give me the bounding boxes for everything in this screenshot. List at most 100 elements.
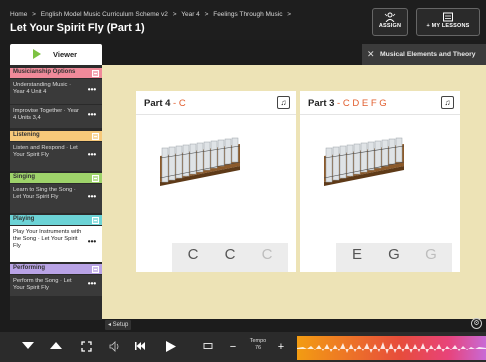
fullscreen-icon — [80, 341, 92, 352]
lessons-icon — [443, 12, 453, 22]
assign-button[interactable]: ASSIGN — [372, 8, 408, 36]
audio-button[interactable] — [104, 332, 124, 362]
note-cell: C — [187, 246, 199, 263]
section-title: Singing — [13, 174, 35, 180]
tab-theory-label: Musical Elements and Theory — [380, 51, 476, 58]
instrument-part-card: Part 4 - C ♫ C C C — [136, 91, 296, 272]
more-options-icon[interactable]: ••• — [86, 192, 98, 204]
song-waveform[interactable] — [297, 336, 486, 360]
tempo-label: Tempo — [249, 338, 267, 344]
note-cell: G — [425, 246, 437, 263]
play-button[interactable] — [160, 332, 182, 362]
sidebar: Musicianship Options Understanding Music… — [10, 65, 102, 320]
collapse-icon[interactable] — [92, 174, 99, 182]
section-playing[interactable]: Playing — [10, 215, 102, 225]
setup-button[interactable]: ◂ Setup — [105, 320, 132, 330]
tempo-increase-button[interactable]: + — [274, 332, 288, 362]
note-sequence: C C C — [172, 243, 288, 272]
fullscreen-button[interactable] — [76, 332, 96, 362]
note-cell: C — [261, 246, 273, 263]
tempo-decrease-button[interactable]: − — [226, 332, 240, 362]
tab-musical-elements[interactable]: ✕ Musical Elements and Theory — [362, 44, 486, 65]
note-sequence: E G G — [336, 243, 452, 272]
section-performing[interactable]: Performing — [10, 264, 102, 274]
card-header: Part 3 - C D E F G ♫ — [300, 91, 460, 115]
play-triangle-icon — [33, 49, 41, 59]
section-title: Playing — [13, 216, 35, 222]
glockenspiel-icon — [159, 137, 241, 186]
loop-icon — [203, 343, 213, 350]
tempo-display: Tempo 76 — [247, 338, 269, 352]
part-name: Part 3 — [308, 98, 335, 109]
breadcrumb-separator: > — [287, 11, 292, 18]
skip-back-icon — [135, 342, 145, 351]
my-lessons-label: + MY LESSONS — [426, 23, 470, 29]
collapse-icon[interactable] — [92, 69, 99, 77]
header: Home > English Model Music Curriculum Sc… — [0, 0, 486, 40]
part-title: Part 4 - C — [144, 98, 186, 109]
expand-up-button[interactable] — [46, 332, 66, 362]
item-label: Understanding Music · Year 4 Unit 4 — [13, 82, 71, 95]
section-title: Performing — [13, 265, 46, 271]
play-icon — [166, 340, 176, 352]
crossed-tools-icon: ✕ — [367, 49, 375, 59]
list-item-learn-to-sing[interactable]: Learn to Sing the Song · Let Your Spirit… — [10, 183, 102, 213]
breadcrumb-separator: > — [204, 11, 209, 18]
card-header: Part 4 - C ♫ — [136, 91, 296, 115]
list-item-improvise-together[interactable]: Improvise Together · Year 4 Units 3,4 ••… — [10, 104, 102, 128]
list-item-understanding-music[interactable]: Understanding Music · Year 4 Unit 4 ••• — [10, 78, 102, 104]
chevron-up-icon — [50, 342, 62, 350]
note-cell: C — [224, 246, 236, 263]
more-options-icon[interactable]: ••• — [86, 279, 98, 291]
my-lessons-button[interactable]: + MY LESSONS — [416, 8, 480, 36]
breadcrumb-unit[interactable]: Feelings Through Music — [213, 11, 282, 18]
part-notes: - C — [173, 98, 186, 109]
breadcrumb-home[interactable]: Home — [10, 11, 27, 18]
viewer-workspace: Part 4 - C ♫ C C C Part 3 - C D E F G ♫ … — [102, 65, 486, 331]
item-label: Play Your Instruments with the Song · Le… — [13, 229, 82, 249]
assign-icon — [384, 12, 396, 22]
settings-icon[interactable]: ⚙ — [471, 318, 482, 329]
list-item-play-instruments[interactable]: Play Your Instruments with the Song · Le… — [10, 225, 102, 262]
tab-viewer-label: Viewer — [53, 50, 78, 59]
breadcrumb-scheme[interactable]: English Model Music Curriculum Scheme v2 — [41, 11, 168, 18]
loop-button[interactable] — [198, 332, 218, 362]
part-notes: - C D E F G — [337, 98, 387, 109]
rewind-button[interactable] — [130, 332, 150, 362]
more-options-icon[interactable]: ••• — [86, 85, 98, 97]
collapse-icon[interactable] — [92, 132, 99, 140]
list-item-listen-and-respond[interactable]: Listen and Respond · Let Your Spirit Fly… — [10, 141, 102, 171]
breadcrumb-year[interactable]: Year 4 — [181, 11, 200, 18]
more-options-icon[interactable]: ••• — [86, 150, 98, 162]
item-label: Learn to Sing the Song · Let Your Spirit… — [13, 187, 76, 200]
speaker-icon — [109, 340, 118, 352]
more-options-icon[interactable]: ••• — [86, 110, 98, 122]
breadcrumb: Home > English Model Music Curriculum Sc… — [10, 11, 294, 18]
setup-bar: ◂ Setup ⚙ — [102, 318, 486, 331]
breadcrumb-separator: > — [32, 11, 36, 18]
note-cell: E — [351, 246, 362, 263]
assign-label: ASSIGN — [378, 23, 402, 29]
instrument-part-card: Part 3 - C D E F G ♫ E G G — [300, 91, 460, 272]
playback-toolbar: − Tempo 76 + — [0, 332, 486, 362]
section-listening[interactable]: Listening — [10, 131, 102, 141]
app-window: Home > English Model Music Curriculum Sc… — [0, 0, 486, 362]
section-singing[interactable]: Singing — [10, 173, 102, 183]
section-musicianship[interactable]: Musicianship Options — [10, 68, 102, 78]
collapse-icon[interactable] — [92, 265, 99, 273]
chevron-down-icon — [22, 342, 34, 350]
section-title: Listening — [13, 132, 40, 138]
music-note-icon[interactable]: ♫ — [277, 96, 290, 109]
more-options-icon[interactable]: ••• — [86, 238, 98, 249]
glockenspiel-icon — [323, 137, 405, 186]
collapse-icon[interactable] — [92, 216, 99, 224]
tab-viewer[interactable]: Viewer — [10, 44, 102, 65]
item-label: Improvise Together · Year 4 Units 3,4 — [13, 108, 79, 121]
part-name: Part 4 — [144, 98, 171, 109]
music-note-icon[interactable]: ♫ — [441, 96, 454, 109]
item-label: Listen and Respond · Let Your Spirit Fly — [13, 145, 78, 158]
list-item-perform-the-song[interactable]: Perform the Song · Let Your Spirit Fly •… — [10, 274, 102, 296]
note-cell: G — [388, 246, 400, 263]
part-title: Part 3 - C D E F G — [308, 98, 387, 109]
collapse-down-button[interactable] — [18, 332, 38, 362]
